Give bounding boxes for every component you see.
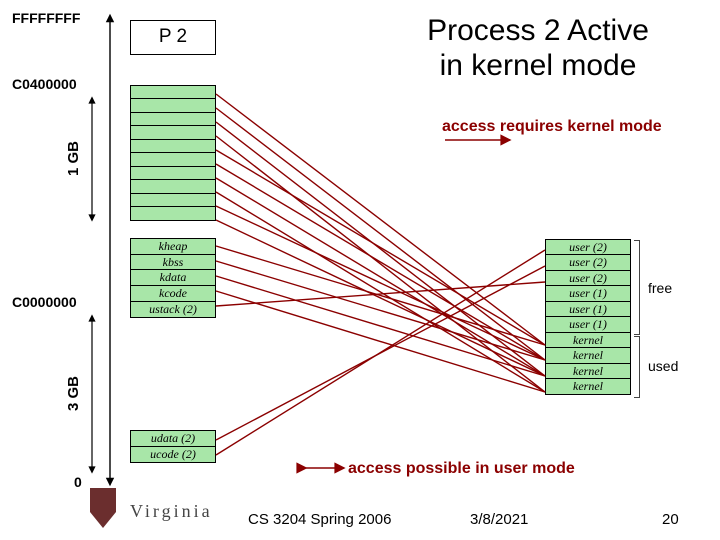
frame-cell: kernel <box>545 332 631 349</box>
title-line2: in kernel mode <box>440 49 637 82</box>
size-upper: 1 GB <box>65 141 82 176</box>
frame-cell: kernel <box>545 347 631 364</box>
addr-top: FFFFFFFF <box>12 10 80 26</box>
user-rows: udata (2) ucode (2) <box>130 430 216 463</box>
frame-column: user (2) user (2) user (2) user (1) user… <box>545 240 631 395</box>
slide-title: Process 2 Active in kernel mode <box>368 14 708 83</box>
legend-user-text: access possible in user mode <box>348 460 575 478</box>
size-lower: 3 GB <box>65 376 82 411</box>
process-header: P 2 <box>130 20 216 55</box>
frame-cell: user (1) <box>545 301 631 318</box>
bracket-used <box>634 336 640 398</box>
label-used: used <box>648 358 678 374</box>
logo-text: Virginia <box>130 501 213 522</box>
footer-date: 3/8/2021 <box>470 511 528 528</box>
frame-cell: user (2) <box>545 239 631 256</box>
bracket-free <box>634 240 640 335</box>
addr-bottom: 0 <box>74 474 82 490</box>
crest-icon <box>90 488 116 528</box>
kernel-stripe-block <box>130 86 216 221</box>
addr-mid2: C0000000 <box>12 294 77 310</box>
process-column: P 2 <box>130 20 216 55</box>
row-kbss: kbss <box>130 254 216 271</box>
frame-cell: kernel <box>545 378 631 395</box>
footer-page: 20 <box>662 511 679 528</box>
title-line1: Process 2 Active <box>427 14 649 47</box>
row-kheap: kheap <box>130 238 216 255</box>
label-free: free <box>648 280 672 296</box>
addr-mid1: C0400000 <box>12 76 77 92</box>
footer-course: CS 3204 Spring 2006 <box>248 511 391 528</box>
frame-cell: user (2) <box>545 254 631 271</box>
row-udata: udata (2) <box>130 430 216 447</box>
frame-cell: kernel <box>545 363 631 380</box>
row-kcode: kcode <box>130 285 216 302</box>
frame-cell: user (1) <box>545 316 631 333</box>
row-ustack: ustack (2) <box>130 301 216 318</box>
frame-cell: user (2) <box>545 270 631 287</box>
stripe <box>130 206 216 221</box>
row-ucode: ucode (2) <box>130 446 216 463</box>
legend-kernel-text: access requires kernel mode <box>442 118 662 136</box>
frame-cell: user (1) <box>545 285 631 302</box>
kernel-rows: kheap kbss kdata kcode ustack (2) <box>130 238 216 318</box>
row-kdata: kdata <box>130 269 216 286</box>
vt-logo <box>90 486 134 530</box>
